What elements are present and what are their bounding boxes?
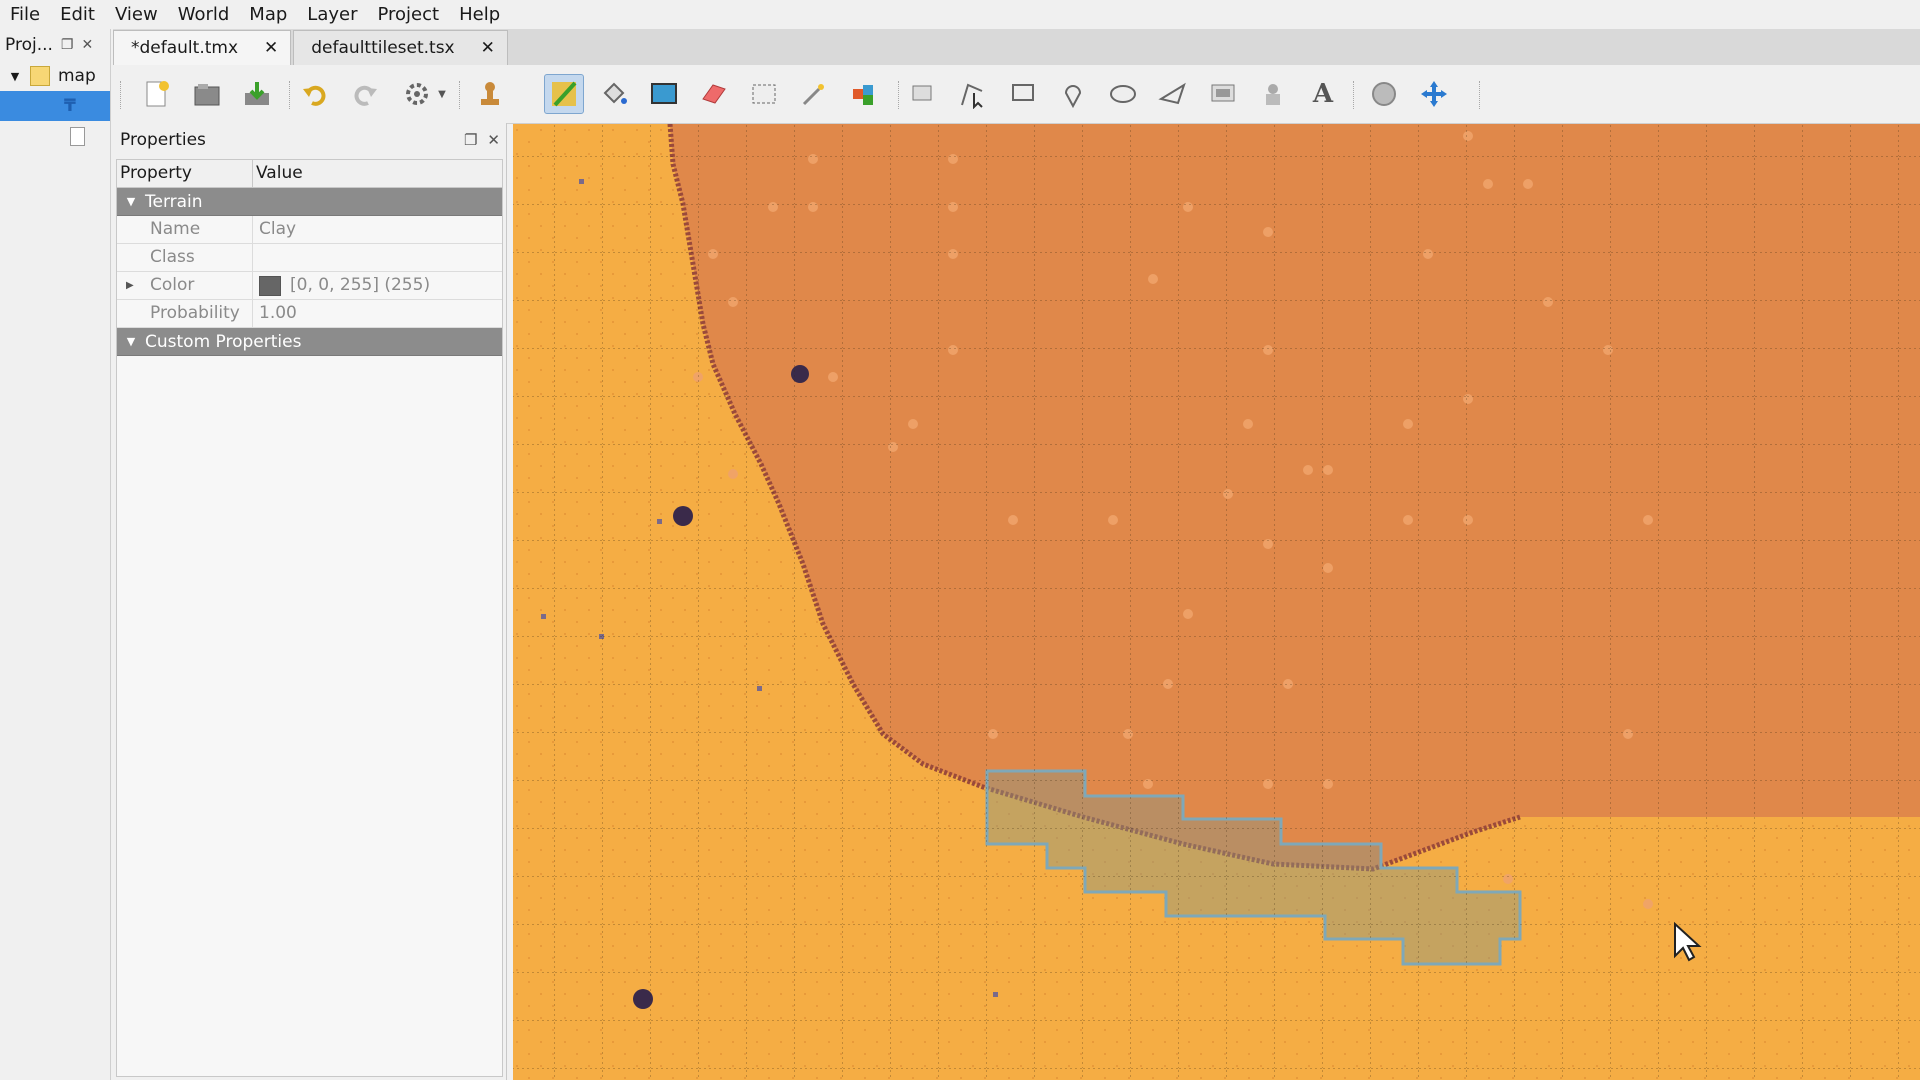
- tab-label: defaulttileset.tsx: [311, 38, 455, 58]
- insert-point-icon[interactable]: [1053, 74, 1093, 114]
- toolbar-separator: [459, 81, 462, 109]
- insert-ellipse-icon[interactable]: [1103, 74, 1143, 114]
- open-icon[interactable]: [187, 74, 227, 114]
- file-icon: [70, 126, 85, 146]
- menu-map[interactable]: Map: [239, 0, 297, 29]
- world-tool-icon[interactable]: [1364, 74, 1404, 114]
- property-name: Name: [117, 216, 253, 243]
- color-swatch[interactable]: [259, 275, 281, 296]
- map-view[interactable]: [513, 124, 1920, 1080]
- menu-bar: File Edit View World Map Layer Project H…: [0, 0, 1920, 29]
- column-header-value[interactable]: Value: [253, 160, 303, 187]
- move-icon[interactable]: [1414, 74, 1454, 114]
- insert-tile-icon[interactable]: [1203, 74, 1243, 114]
- close-icon[interactable]: ✕: [487, 131, 500, 149]
- tile-grid: [513, 124, 1920, 1080]
- properties-panel: Properties ❐ ✕ Property Value ▼ Terrain …: [113, 123, 507, 1080]
- tree-item-map[interactable]: ▼ map: [0, 61, 110, 91]
- properties-table: Property Value ▼ Terrain Name Clay Class…: [116, 159, 503, 1077]
- menu-project[interactable]: Project: [367, 0, 449, 29]
- chevron-down-icon[interactable]: ▼: [117, 195, 145, 208]
- menu-world[interactable]: World: [168, 0, 240, 29]
- chevron-down-icon[interactable]: ▼: [0, 70, 30, 83]
- menu-help[interactable]: Help: [449, 0, 510, 29]
- insert-text-icon[interactable]: A: [1303, 74, 1343, 114]
- rect-select-icon[interactable]: [744, 74, 784, 114]
- insert-polygon-icon[interactable]: [1153, 74, 1193, 114]
- folder-icon: [30, 66, 50, 86]
- select-same-tile-icon[interactable]: [844, 74, 884, 114]
- toolbar-separator: [1353, 81, 1356, 109]
- property-value-cell[interactable]: [0, 0, 255] (255): [253, 272, 502, 299]
- properties-table-header: Property Value: [117, 160, 502, 188]
- insert-rectangle-icon[interactable]: [1003, 74, 1043, 114]
- save-icon[interactable]: [237, 74, 277, 114]
- bucket-fill-icon[interactable]: [594, 74, 634, 114]
- property-name: Class: [117, 244, 253, 271]
- property-name: Probability: [117, 300, 253, 327]
- close-icon[interactable]: ✕: [481, 38, 495, 58]
- toolbar-separator: [120, 81, 123, 109]
- map-canvas[interactable]: [513, 124, 1920, 1080]
- toolbar-separator: [1479, 81, 1482, 109]
- select-objects-icon[interactable]: [903, 74, 943, 114]
- property-name-cell: ▶ Color: [117, 272, 253, 299]
- toolbar: ▼ A: [113, 65, 1920, 124]
- property-value[interactable]: [253, 244, 502, 271]
- project-panel-title: Proj...: [5, 35, 53, 55]
- chevron-right-icon[interactable]: ▶: [126, 272, 134, 299]
- property-name: Color: [150, 275, 195, 295]
- insert-template-icon[interactable]: [1253, 74, 1293, 114]
- new-map-icon[interactable]: [137, 74, 177, 114]
- project-panel-header: Proj... ❐ ✕: [0, 29, 110, 61]
- terrain-brush-icon[interactable]: [544, 74, 584, 114]
- tab-defaulttileset-tsx[interactable]: defaulttileset.tsx ✕: [293, 30, 508, 65]
- properties-panel-header: Properties ❐ ✕: [113, 123, 506, 157]
- eraser-icon[interactable]: [694, 74, 734, 114]
- tab-bar: *default.tmx ✕ defaulttileset.tsx ✕: [113, 29, 1920, 65]
- group-terrain[interactable]: ▼ Terrain: [117, 188, 502, 216]
- property-row-probability[interactable]: Probability 1.00: [117, 300, 502, 328]
- undo-icon[interactable]: [295, 74, 335, 114]
- float-icon[interactable]: ❐: [464, 131, 477, 149]
- property-row-class[interactable]: Class: [117, 244, 502, 272]
- float-icon[interactable]: ❐: [61, 37, 74, 53]
- magic-wand-icon[interactable]: [794, 74, 834, 114]
- properties-title: Properties: [120, 130, 206, 150]
- chevron-down-icon[interactable]: ▼: [117, 335, 145, 348]
- tree-item-label: map: [58, 66, 96, 86]
- redo-icon[interactable]: [345, 74, 385, 114]
- stamp-icon[interactable]: [470, 74, 510, 114]
- tab-label: *default.tmx: [131, 38, 239, 58]
- close-icon[interactable]: ✕: [81, 37, 93, 53]
- toolbar-separator: [898, 81, 901, 109]
- menu-edit[interactable]: Edit: [50, 0, 105, 29]
- tree-item-file[interactable]: [0, 121, 110, 151]
- property-value: [0, 0, 255] (255): [290, 275, 431, 295]
- tree-item-selected[interactable]: ₸: [0, 91, 110, 121]
- property-value[interactable]: 1.00: [253, 300, 502, 327]
- group-label: Terrain: [145, 191, 203, 212]
- tileset-icon: ₸: [64, 96, 76, 116]
- close-icon[interactable]: ✕: [264, 38, 278, 58]
- group-custom-properties[interactable]: ▼ Custom Properties: [117, 328, 502, 356]
- edit-polygons-icon[interactable]: [953, 74, 993, 114]
- chevron-down-icon[interactable]: ▼: [433, 74, 451, 114]
- group-label: Custom Properties: [145, 331, 302, 352]
- toolbar-separator: [289, 81, 292, 109]
- project-panel: Proj... ❐ ✕ ▼ map ₸: [0, 29, 111, 1080]
- property-row-color[interactable]: ▶ Color [0, 0, 255] (255): [117, 272, 502, 300]
- property-row-name[interactable]: Name Clay: [117, 216, 502, 244]
- property-value[interactable]: Clay: [253, 216, 502, 243]
- column-header-property[interactable]: Property: [117, 160, 253, 187]
- menu-view[interactable]: View: [105, 0, 168, 29]
- tab-default-tmx[interactable]: *default.tmx ✕: [113, 30, 292, 65]
- menu-file[interactable]: File: [0, 0, 50, 29]
- shape-fill-icon[interactable]: [644, 74, 684, 114]
- menu-layer[interactable]: Layer: [297, 0, 367, 29]
